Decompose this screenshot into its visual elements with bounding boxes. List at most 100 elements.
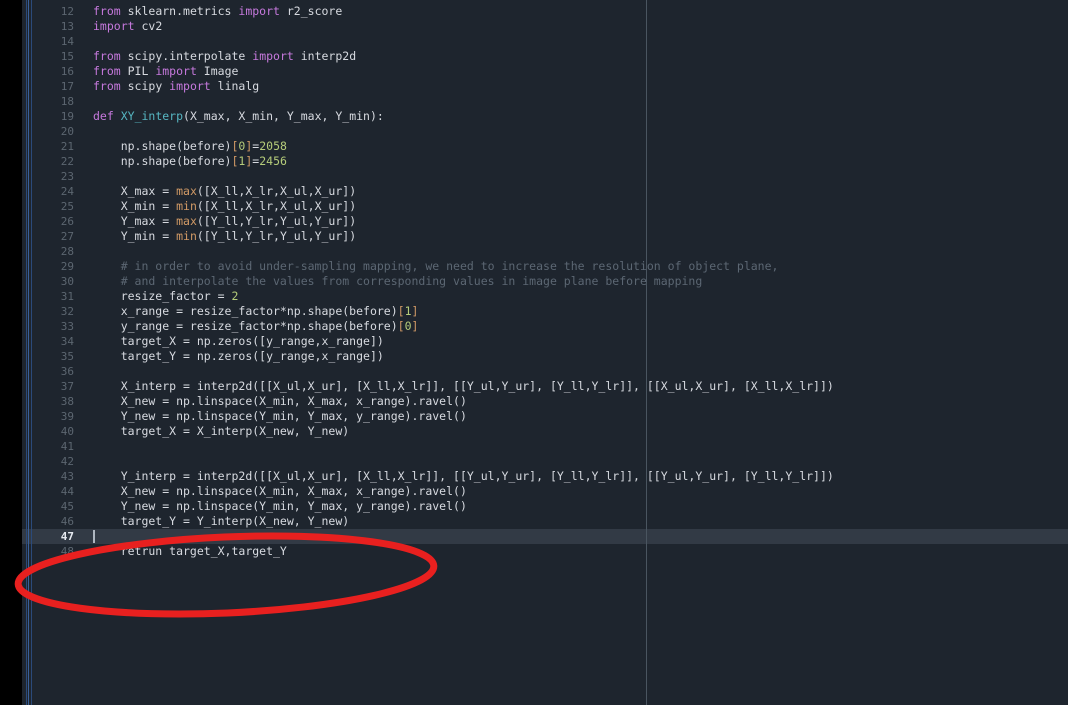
code-line[interactable]: 23 (0, 169, 1068, 184)
code-text[interactable]: target_X = X_interp(X_new, Y_new) (93, 424, 349, 439)
code-line[interactable]: 34 target_X = np.zeros([y_range,x_range]… (0, 334, 1068, 349)
code-text[interactable]: X_interp = interp2d([[X_ul,X_ur], [X_ll,… (93, 379, 834, 394)
code-line[interactable]: 45 Y_new = np.linspace(Y_min, Y_max, y_r… (0, 499, 1068, 514)
code-line[interactable]: 37 X_interp = interp2d([[X_ul,X_ur], [X_… (0, 379, 1068, 394)
code-line[interactable]: 38 X_new = np.linspace(X_min, X_max, x_r… (0, 394, 1068, 409)
code-line[interactable]: 44 X_new = np.linspace(X_min, X_max, x_r… (0, 484, 1068, 499)
code-text[interactable]: target_Y = np.zeros([y_range,x_range]) (93, 349, 384, 364)
token-id: X_min = (93, 199, 176, 213)
code-text[interactable]: X_new = np.linspace(X_min, X_max, x_rang… (93, 394, 467, 409)
code-line[interactable]: 46 target_Y = Y_interp(X_new, Y_new) (0, 514, 1068, 529)
code-line[interactable]: 31 resize_factor = 2 (0, 289, 1068, 304)
code-text[interactable]: np.shape(before)[0]=2058 (93, 139, 287, 154)
token-id: interp2d (294, 49, 356, 63)
code-line[interactable]: 19def XY_interp(X_max, X_min, Y_max, Y_m… (0, 109, 1068, 124)
token-id: X_max = (93, 184, 176, 198)
code-line[interactable]: 22 np.shape(before)[1]=2456 (0, 154, 1068, 169)
code-text[interactable]: # in order to avoid under-sampling mappi… (93, 259, 778, 274)
code-text[interactable]: def XY_interp(X_max, X_min, Y_max, Y_min… (93, 109, 384, 124)
code-line[interactable]: 14 (0, 34, 1068, 49)
code-text[interactable]: import cv2 (93, 19, 162, 34)
code-line[interactable]: 28 (0, 244, 1068, 259)
code-line[interactable]: 12from sklearn.metrics import r2_score (0, 4, 1068, 19)
code-line[interactable]: 30 # and interpolate the values from cor… (0, 274, 1068, 289)
token-id: target_Y = Y_interp(X_new, Y_new) (93, 514, 349, 528)
token-id: Y_min = (93, 229, 176, 243)
token-id: resize_factor = (93, 289, 231, 303)
token-kw: def (93, 109, 114, 123)
code-text[interactable]: resize_factor = 2 (93, 289, 238, 304)
code-text[interactable]: X_min = min([X_ll,X_lr,X_ul,X_ur]) (93, 199, 356, 214)
token-kw: from (93, 49, 121, 63)
token-id: r2_score (280, 4, 342, 18)
code-line[interactable]: 18 (0, 94, 1068, 109)
code-line[interactable]: 32 x_range = resize_factor*np.shape(befo… (0, 304, 1068, 319)
token-kw: import (155, 64, 197, 78)
code-line[interactable]: 35 target_Y = np.zeros([y_range,x_range]… (0, 349, 1068, 364)
token-id: Y_interp = interp2d([[X_ul,X_ur], [X_ll,… (93, 469, 834, 483)
code-line[interactable]: 47 (0, 529, 1068, 544)
token-cm: # and interpolate the values from corres… (93, 274, 702, 288)
code-text[interactable]: y_range = resize_factor*np.shape(before)… (93, 319, 418, 334)
token-id: sklearn.metrics (121, 4, 239, 18)
token-kw: import (93, 19, 135, 33)
code-text[interactable]: from sklearn.metrics import r2_score (93, 4, 342, 19)
code-line[interactable]: 36 (0, 364, 1068, 379)
code-text[interactable]: x_range = resize_factor*np.shape(before)… (93, 304, 418, 319)
code-text[interactable]: Y_new = np.linspace(Y_min, Y_max, y_rang… (93, 499, 467, 514)
code-text[interactable]: # and interpolate the values from corres… (93, 274, 702, 289)
token-id: Y_max = (93, 214, 176, 228)
code-text[interactable]: Y_min = min([Y_ll,Y_lr,Y_ul,Y_ur]) (93, 229, 356, 244)
code-text[interactable]: retrun target_X,target_Y (93, 544, 287, 559)
token-bi: min (176, 199, 197, 213)
token-id: ([Y_ll,Y_lr,Y_ul,Y_ur]) (197, 229, 356, 243)
code-line[interactable]: 43 Y_interp = interp2d([[X_ul,X_ur], [X_… (0, 469, 1068, 484)
token-br: [ (398, 304, 405, 318)
code-line[interactable]: 33 y_range = resize_factor*np.shape(befo… (0, 319, 1068, 334)
code-line[interactable]: 15from scipy.interpolate import interp2d (0, 49, 1068, 64)
code-text[interactable]: from scipy.interpolate import interp2d (93, 49, 356, 64)
code-text[interactable]: Y_new = np.linspace(Y_min, Y_max, y_rang… (93, 409, 467, 424)
code-line[interactable]: 39 Y_new = np.linspace(Y_min, Y_max, y_r… (0, 409, 1068, 424)
token-num: 2456 (259, 154, 287, 168)
code-editor[interactable]: 12from sklearn.metrics import r2_score13… (0, 0, 1068, 705)
code-text[interactable]: X_max = max([X_ll,X_lr,X_ul,X_ur]) (93, 184, 356, 199)
token-id: Image (197, 64, 239, 78)
code-line[interactable]: 27 Y_min = min([Y_ll,Y_lr,Y_ul,Y_ur]) (0, 229, 1068, 244)
code-line[interactable]: 17from scipy import linalg (0, 79, 1068, 94)
code-text[interactable]: np.shape(before)[1]=2456 (93, 154, 287, 169)
code-line[interactable]: 42 (0, 454, 1068, 469)
token-id: target_X = X_interp(X_new, Y_new) (93, 424, 349, 438)
code-text[interactable]: from scipy import linalg (93, 79, 259, 94)
token-kw: import (169, 79, 211, 93)
code-line[interactable]: 26 Y_max = max([Y_ll,Y_lr,Y_ul,Y_ur]) (0, 214, 1068, 229)
token-id: retrun target_X,target_Y (93, 544, 287, 558)
code-line[interactable]: 24 X_max = max([X_ll,X_lr,X_ul,X_ur]) (0, 184, 1068, 199)
token-id: ([X_ll,X_lr,X_ul,X_ur]) (197, 199, 356, 213)
code-text[interactable]: Y_interp = interp2d([[X_ul,X_ur], [X_ll,… (93, 469, 834, 484)
token-id (114, 109, 121, 123)
token-cm: # in order to avoid under-sampling mappi… (93, 259, 778, 273)
token-id: scipy.interpolate (121, 49, 253, 63)
token-id: X_new = np.linspace(X_min, X_max, x_rang… (93, 394, 467, 408)
code-line[interactable]: 29 # in order to avoid under-sampling ma… (0, 259, 1068, 274)
code-text[interactable]: from PIL import Image (93, 64, 238, 79)
code-line[interactable]: 16from PIL import Image (0, 64, 1068, 79)
code-line[interactable]: 21 np.shape(before)[0]=2058 (0, 139, 1068, 154)
code-text[interactable]: X_new = np.linspace(X_min, X_max, x_rang… (93, 484, 467, 499)
code-text[interactable]: target_Y = Y_interp(X_new, Y_new) (93, 514, 349, 529)
code-text[interactable]: Y_max = max([Y_ll,Y_lr,Y_ul,Y_ur]) (93, 214, 356, 229)
token-id: scipy (121, 79, 169, 93)
code-line[interactable]: 40 target_X = X_interp(X_new, Y_new) (0, 424, 1068, 439)
token-id: ([Y_ll,Y_lr,Y_ul,Y_ur]) (197, 214, 356, 228)
code-line[interactable]: 13import cv2 (0, 19, 1068, 34)
token-bi: max (176, 184, 197, 198)
token-kw: from (93, 79, 121, 93)
code-line[interactable]: 41 (0, 439, 1068, 454)
code-text[interactable]: target_X = np.zeros([y_range,x_range]) (93, 334, 384, 349)
code-line[interactable]: 25 X_min = min([X_ll,X_lr,X_ul,X_ur]) (0, 199, 1068, 214)
token-br: ] (412, 304, 419, 318)
token-num: 2058 (259, 139, 287, 153)
code-line[interactable]: 20 (0, 124, 1068, 139)
code-line[interactable]: 48 retrun target_X,target_Y (0, 544, 1068, 559)
